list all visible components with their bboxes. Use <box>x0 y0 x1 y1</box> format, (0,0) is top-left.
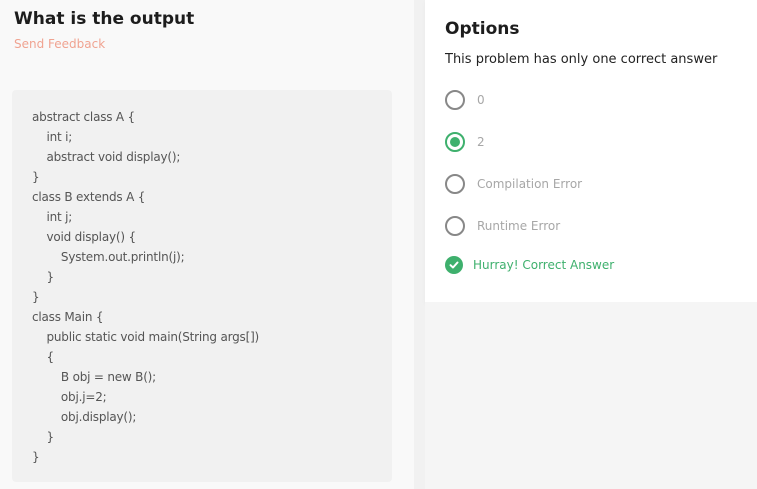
pane-divider <box>414 0 425 489</box>
send-feedback-link[interactable]: Send Feedback <box>14 37 105 51</box>
result-text: Hurray! Correct Answer <box>473 258 615 272</box>
radio-button[interactable] <box>445 90 465 110</box>
code-line: { <box>32 350 54 364</box>
option-label: 0 <box>477 93 485 107</box>
option-runtime-error[interactable]: Runtime Error <box>445 215 560 237</box>
options-lower-area <box>425 302 757 489</box>
code-block: abstract class A { int i; abstract void … <box>12 90 392 482</box>
option-compilation-error[interactable]: Compilation Error <box>445 173 582 195</box>
option-0[interactable]: 0 <box>445 89 485 111</box>
code-line: abstract class A { <box>32 110 135 124</box>
option-label: Runtime Error <box>477 219 561 233</box>
code-line: void display() { <box>32 230 136 244</box>
question-pane: What is the output Send Feedback abstrac… <box>0 0 414 489</box>
code-line: obj.j=2; <box>32 390 107 404</box>
radio-button[interactable] <box>445 216 465 236</box>
option-2[interactable]: 2 <box>445 131 485 153</box>
result-message: Hurray! Correct Answer <box>445 256 614 274</box>
code-line: int j; <box>32 210 73 224</box>
options-heading: Options <box>445 19 520 39</box>
code-line: class Main { <box>32 310 104 324</box>
code-line: System.out.println(j); <box>32 250 185 264</box>
options-subtitle: This problem has only one correct answer <box>445 52 718 67</box>
code-line: abstract void display(); <box>32 150 181 164</box>
radio-button[interactable] <box>445 174 465 194</box>
code-line: class B extends A { <box>32 190 146 204</box>
options-card: Options This problem has only one correc… <box>425 0 757 302</box>
code-line: B obj = new B(); <box>32 370 156 384</box>
code-line: } <box>32 430 54 444</box>
code-line: int i; <box>32 130 73 144</box>
code-line: } <box>32 170 40 184</box>
check-circle-icon <box>445 256 463 274</box>
code-line: } <box>32 270 54 284</box>
radio-button-selected[interactable] <box>445 132 465 152</box>
question-title: What is the output <box>14 9 195 29</box>
option-label: 2 <box>477 135 485 149</box>
code-line: } <box>32 290 40 304</box>
code-line: public static void main(String args[]) <box>32 330 260 344</box>
option-label: Compilation Error <box>477 177 583 191</box>
code-line: obj.display(); <box>32 410 137 424</box>
code-line: } <box>32 450 40 464</box>
